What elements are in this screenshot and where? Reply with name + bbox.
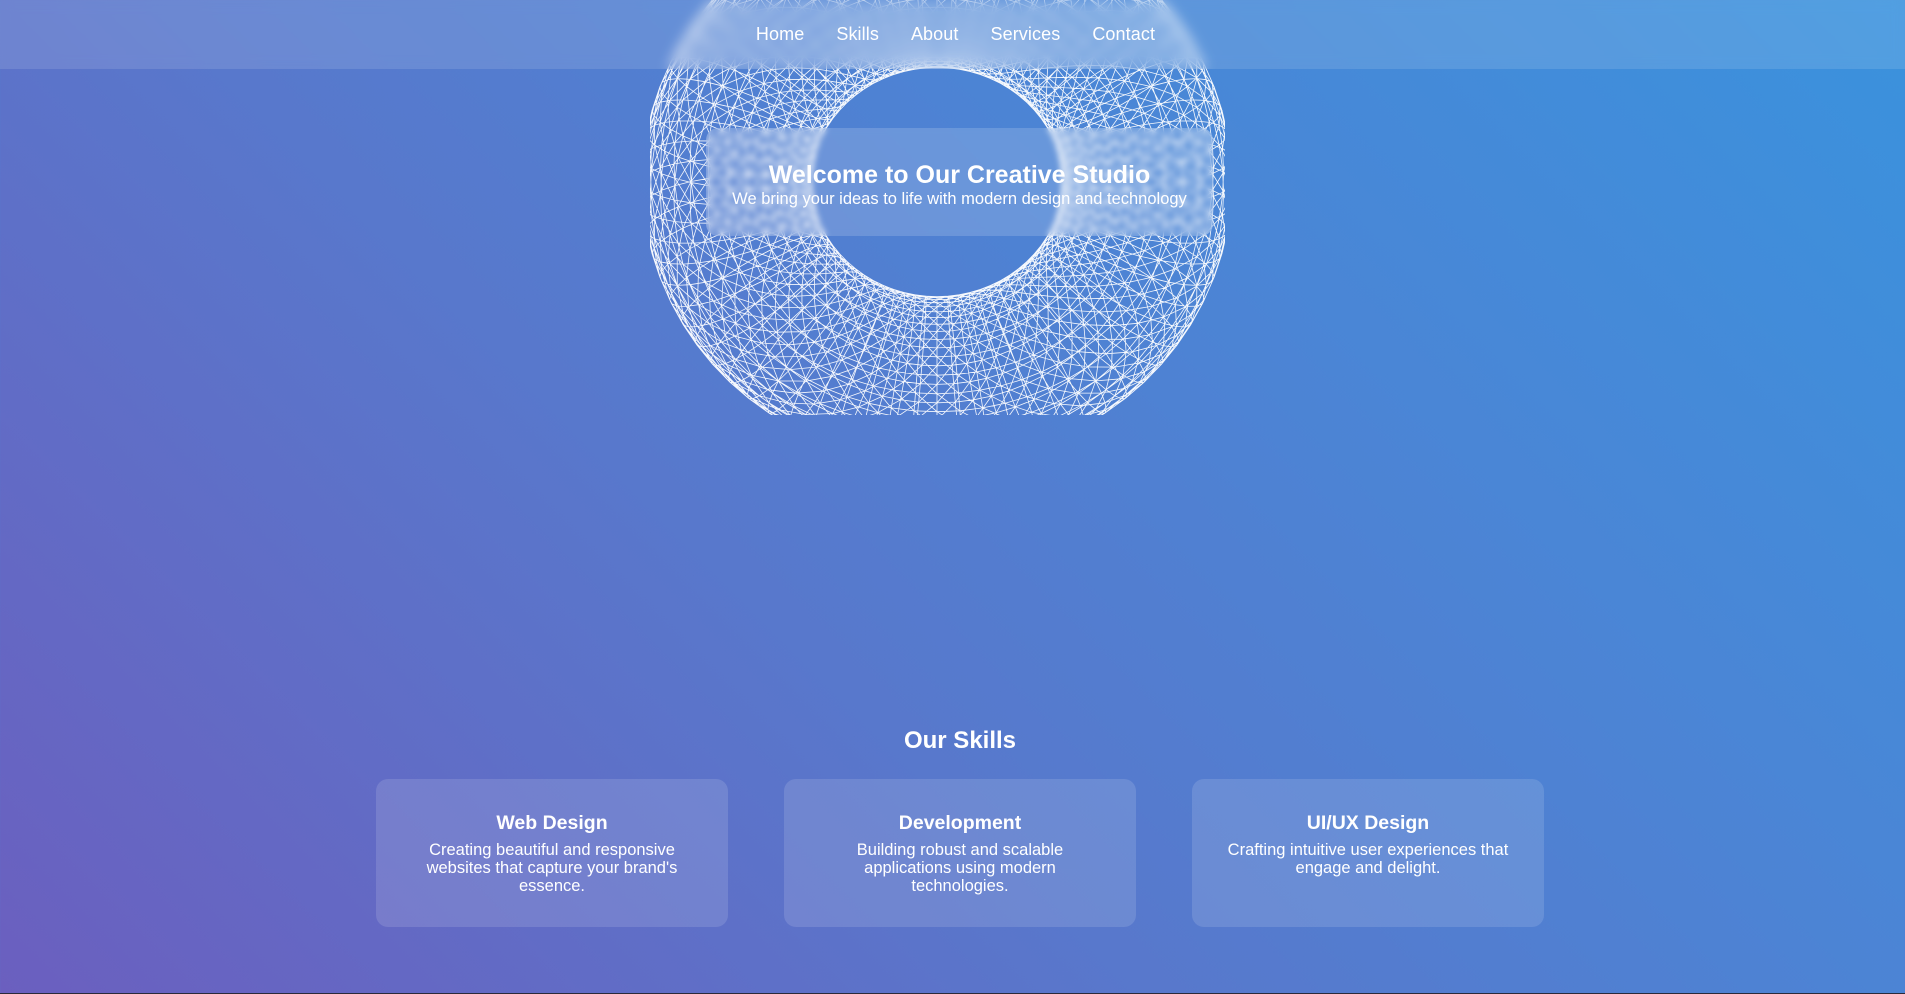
nav-link-about[interactable]: About xyxy=(911,24,959,45)
skills-grid: Web Design Creating beautiful and respon… xyxy=(376,779,1544,927)
skill-card-description: Building robust and scalable application… xyxy=(856,841,1064,895)
skill-card-development: Development Building robust and scalable… xyxy=(784,779,1136,927)
skill-card-title: Development xyxy=(898,812,1022,834)
nav-link-contact[interactable]: Contact xyxy=(1092,24,1155,45)
nav-link-skills[interactable]: Skills xyxy=(836,24,879,45)
nav-link-home[interactable]: Home xyxy=(756,24,804,45)
skill-card-title: UI/UX Design xyxy=(1306,812,1430,834)
hero-card: Welcome to Our Creative Studio We bring … xyxy=(706,128,1213,236)
main-navbar: Home Skills About Services Contact xyxy=(0,0,1905,69)
skill-card-title: Web Design xyxy=(496,812,608,834)
skills-heading: Our Skills xyxy=(903,727,1017,754)
skill-card-ui-ux-design: UI/UX Design Crafting intuitive user exp… xyxy=(1192,779,1544,927)
skill-card-description: Crafting intuitive user experiences that… xyxy=(1227,841,1509,877)
hero-subtitle: We bring your ideas to life with modern … xyxy=(732,190,1187,208)
skill-card-description: Creating beautiful and responsive websit… xyxy=(426,841,678,895)
nav-list: Home Skills About Services Contact xyxy=(756,24,1155,45)
hero-title: Welcome to Our Creative Studio xyxy=(768,161,1151,189)
nav-link-services[interactable]: Services xyxy=(991,24,1061,45)
skill-card-web-design: Web Design Creating beautiful and respon… xyxy=(376,779,728,927)
